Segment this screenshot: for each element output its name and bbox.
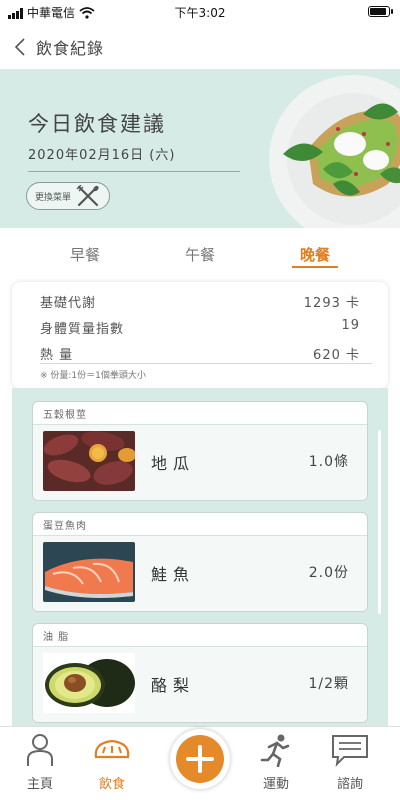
swap-menu-label: 更換菜單 <box>35 192 72 203</box>
bottom-nav: 主頁 飲食 運動 諮詢 <box>0 726 400 800</box>
summary-row-bmr: 基礎代謝 1293 卡 <box>40 292 360 311</box>
hero-divider <box>28 171 240 172</box>
swap-menu-button[interactable]: 更換菜單 <box>26 182 110 210</box>
hero-title: 今日飲食建議 <box>28 112 166 136</box>
nav-diet-label: 飲食 <box>98 777 125 792</box>
food-card[interactable]: 油 脂 酪梨 1/2顆 <box>32 623 368 723</box>
summary-value: 1293 卡 <box>303 296 360 311</box>
salad-plate-image <box>269 75 400 228</box>
running-icon <box>260 734 290 768</box>
nav-home[interactable]: 主頁 <box>10 733 70 792</box>
food-card[interactable]: 五穀根莖 地瓜 1.0條 <box>32 401 368 501</box>
chevron-left-icon <box>14 38 25 56</box>
summary-row-calories: 熱 量 620 卡 <box>40 344 360 363</box>
summary-label: 熱 量 <box>40 348 74 363</box>
food-card-body: 酪梨 1/2顆 <box>33 647 367 722</box>
food-amount: 1.0條 <box>308 454 349 470</box>
status-time: 下午3:02 <box>174 6 226 20</box>
nav-consult-label: 諮詢 <box>336 777 363 792</box>
tab-dinner[interactable]: 晚餐 <box>285 244 345 265</box>
food-category: 五穀根莖 <box>43 410 87 421</box>
nav-bar: 飲食紀錄 <box>0 24 400 70</box>
food-amount: 2.0份 <box>308 565 349 581</box>
active-tab-indicator <box>292 266 338 268</box>
food-card[interactable]: 蛋豆魚肉 鮭魚 2.0份 <box>32 512 368 612</box>
summary-row-bmi: 身體質量指數 19 <box>40 318 360 337</box>
salmon-image <box>43 542 135 602</box>
nav-exercise-label: 運動 <box>262 777 289 792</box>
food-name: 酪梨 <box>151 676 196 695</box>
nutrition-summary-card: 基礎代謝 1293 卡 身體質量指數 19 熱 量 620 卡 ※ 份量:1份＝… <box>12 282 388 388</box>
person-icon <box>27 734 53 766</box>
utensils-icon <box>76 185 99 207</box>
hero-date: 2020年02月16日 (六) <box>28 148 176 163</box>
chat-icon <box>332 735 368 767</box>
nav-exercise[interactable]: 運動 <box>246 733 306 792</box>
back-button[interactable]: 飲食紀錄 <box>14 34 104 60</box>
food-amount: 1/2顆 <box>308 676 349 692</box>
food-category: 蛋豆魚肉 <box>43 521 87 532</box>
nav-consult[interactable]: 諮詢 <box>320 733 380 792</box>
summary-label: 基礎代謝 <box>40 296 97 311</box>
meal-tabs: 早餐 午餐 晚餐 <box>0 232 400 274</box>
add-button[interactable] <box>170 729 230 789</box>
scrollbar[interactable] <box>378 430 381 614</box>
nav-home-label: 主頁 <box>26 777 53 792</box>
avocado-image <box>43 653 135 713</box>
tab-lunch[interactable]: 午餐 <box>170 244 230 265</box>
summary-label: 身體質量指數 <box>40 322 125 337</box>
page-title: 飲食紀錄 <box>36 39 105 58</box>
portion-note: ※ 份量:1份＝1個拳頭大小 <box>40 371 146 381</box>
plus-icon <box>186 745 214 773</box>
tab-breakfast[interactable]: 早餐 <box>55 244 115 265</box>
food-card-body: 地瓜 1.0條 <box>33 425 367 500</box>
nav-diet[interactable]: 飲食 <box>82 733 142 792</box>
food-name: 地瓜 <box>151 454 196 473</box>
sweet-potato-image <box>43 431 135 491</box>
hero-banner: 今日飲食建議 2020年02月16日 (六) 更換菜單 <box>0 70 400 228</box>
status-bar: 中華電信 下午3:02 <box>0 0 400 24</box>
summary-value: 620 卡 <box>313 348 360 363</box>
battery-icon <box>368 6 393 17</box>
food-card-body: 鮭魚 2.0份 <box>33 536 367 611</box>
add-button-circle <box>176 735 224 783</box>
bread-icon <box>94 739 130 759</box>
summary-divider <box>40 363 372 364</box>
food-name: 鮭魚 <box>151 565 196 584</box>
food-category: 油 脂 <box>43 632 70 643</box>
summary-value: 19 <box>341 318 360 333</box>
